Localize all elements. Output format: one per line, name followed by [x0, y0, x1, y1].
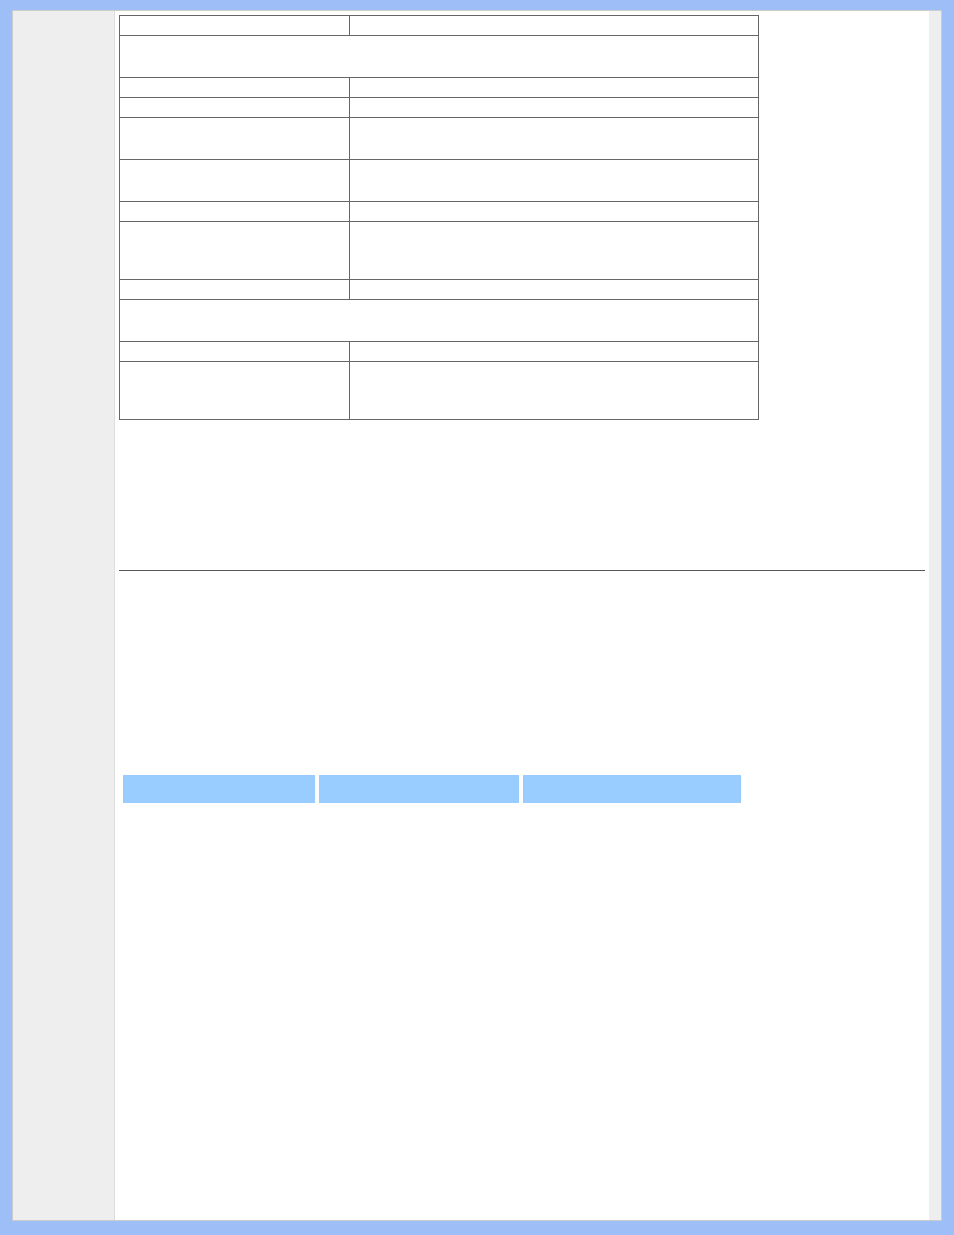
table-cell-right: [350, 16, 759, 36]
table-cell-left: [120, 222, 350, 280]
table-cell-left: [120, 118, 350, 160]
table-row: [120, 280, 759, 300]
table-cell-left: [120, 280, 350, 300]
table-cell-left: [120, 78, 350, 98]
table-row: [120, 118, 759, 160]
page-frame: [12, 10, 942, 1221]
table-cell-span: [120, 36, 759, 78]
blue-segment: [523, 775, 741, 803]
blue-segment: [123, 775, 315, 803]
sidebar: [13, 11, 115, 1220]
table-cell-left: [120, 362, 350, 420]
table-cell-right: [350, 78, 759, 98]
right-sliver: [929, 11, 941, 1220]
table-row: [120, 160, 759, 202]
table-cell-right: [350, 342, 759, 362]
table-cell-span: [120, 300, 759, 342]
table-row: [120, 300, 759, 342]
table-cell-right: [350, 202, 759, 222]
blue-segment: [319, 775, 519, 803]
table-cell-left: [120, 98, 350, 118]
table-cell-right: [350, 362, 759, 420]
table-cell-right: [350, 98, 759, 118]
table-cell-left: [120, 16, 350, 36]
table-cell-left: [120, 202, 350, 222]
table-cell-right: [350, 280, 759, 300]
table-row: [120, 222, 759, 280]
data-table-wrap: [119, 15, 759, 420]
main-content: [115, 11, 929, 1220]
table-cell-right: [350, 222, 759, 280]
outer-frame: [0, 0, 954, 1235]
table-cell-right: [350, 118, 759, 160]
table-row: [120, 342, 759, 362]
table-cell-left: [120, 342, 350, 362]
table-row: [120, 362, 759, 420]
section-divider: [119, 570, 925, 571]
blue-segments: [123, 775, 929, 803]
table-row: [120, 202, 759, 222]
table-cell-left: [120, 160, 350, 202]
data-table: [119, 15, 759, 420]
table-cell-right: [350, 160, 759, 202]
table-row: [120, 78, 759, 98]
table-row: [120, 16, 759, 36]
table-row: [120, 36, 759, 78]
table-row: [120, 98, 759, 118]
